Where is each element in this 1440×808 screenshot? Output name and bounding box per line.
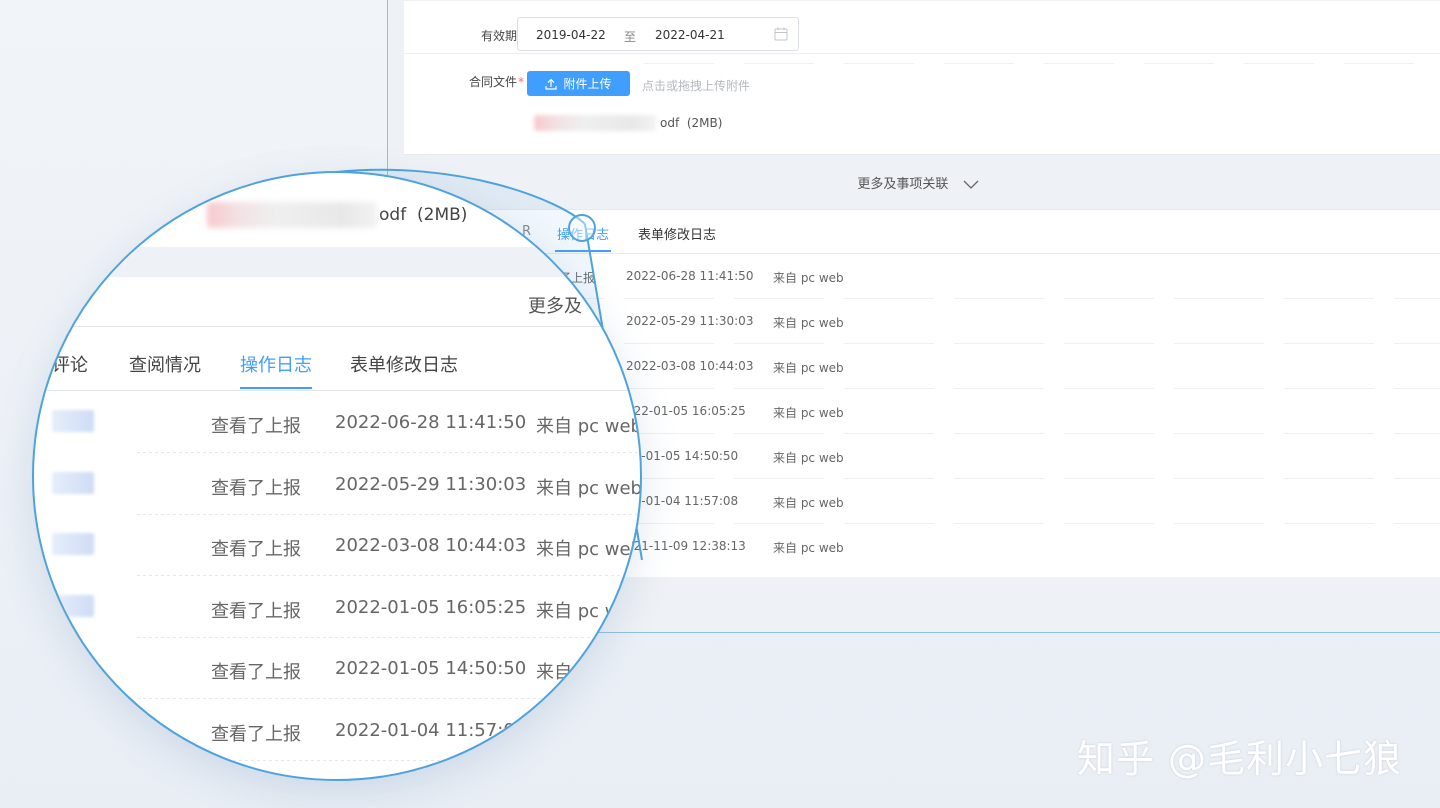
watermark: 知乎 @毛利小七狼 (1076, 737, 1402, 781)
magnified-log-source: 来自 pc w (536, 600, 620, 622)
attached-file[interactable]: odf (2MB) (534, 115, 722, 131)
magnified-tab-operation-log: 操作日志 (240, 351, 312, 389)
tab-form-change-log[interactable]: 表单修改日志 (638, 224, 716, 243)
chevron-down-icon (963, 180, 979, 189)
log-source: 来自 pc web (773, 451, 844, 465)
more-toggle-label: 更多及事项关联 (857, 177, 949, 192)
log-time: 2022-03-08 10:44:03 (626, 359, 754, 373)
upload-button[interactable]: 附件上传 (527, 71, 630, 96)
magnified-tab-form-change-log: 表单修改日志 (350, 355, 458, 376)
magnified-file-suffix: odf (379, 205, 407, 225)
contract-file-row: 合同文件* 附件上传 点击或拖拽上传附件 odf (2MB) (404, 63, 1440, 151)
validity-date-range[interactable]: 2019-04-22 至 2022-04-21 (517, 17, 799, 51)
magnified-log-source: 来自 pc web (536, 539, 642, 560)
file-name-blurred (534, 115, 656, 131)
magnified-log-action: 查看了上报 (211, 662, 301, 683)
contract-file-label: 合同文件* (468, 75, 524, 89)
magnified-log-action: 查看了上报 (211, 600, 301, 622)
avatar-blurred (52, 656, 94, 678)
magnified-log-action: 查看了上报 (211, 477, 301, 499)
log-source: 来自 pc web (773, 361, 844, 375)
magnified-log-time: 2022-06-28 11:41:50 (335, 412, 527, 433)
row-dashes (644, 63, 1440, 64)
log-time: 22-01-04 11:57:08 (626, 494, 739, 508)
magnified-tab-bar: 评论 查阅情况 操作日志 表单修改日志 (34, 327, 640, 391)
log-time: 021-11-09 12:38:13 (626, 539, 746, 553)
validity-row: 有效期* 2019-04-22 至 2022-04-21 (404, 11, 1440, 51)
upload-icon (545, 78, 558, 90)
log-source: 来自 pc web (773, 406, 844, 420)
log-time: 2022-06-28 11:41:50 (626, 269, 754, 283)
log-source: 来自 pc web (773, 496, 844, 510)
magnified-tab-view-status: 查阅情况 (129, 355, 201, 376)
magnified-file-name-blurred (207, 202, 377, 228)
magnified-gap (34, 247, 640, 277)
magnified-log-time: 2022-01-05 16:05:25 (335, 596, 527, 618)
log-time: 2022-05-29 11:30:03 (626, 314, 754, 328)
magnified-log-time: 2022-01-05 14:50:50 (335, 658, 527, 679)
magnified-log-source: 来自 pc web (536, 477, 642, 499)
file-suffix: odf (660, 116, 680, 130)
contract-form-card: 有效期* 2019-04-22 至 2022-04-21 合同文件* (404, 1, 1440, 155)
start-date[interactable]: 2019-04-22 (536, 28, 606, 42)
file-size: (2MB) (686, 116, 723, 130)
row-divider (137, 759, 640, 761)
log-source: 来自 pc web (773, 316, 844, 330)
magnified-log-row: 查看了上报 2022-05-29 11:30:03 来自 pc web (34, 454, 642, 515)
magnified-log-source: 来自 (536, 662, 572, 683)
magnified-file-size: (2MB) (417, 205, 468, 225)
magnified-log-action: 查看了上报 (211, 416, 301, 437)
log-source: 来自 pc web (773, 271, 844, 285)
log-time: 22-01-05 14:50:50 (626, 449, 739, 463)
avatar-blurred (52, 410, 94, 432)
avatar-blurred (52, 533, 94, 555)
upload-tip: 点击或拖拽上传附件 (642, 79, 751, 93)
avatar-blurred (52, 717, 94, 740)
magnified-log-row: 查看了上报 2022-01-05 16:05:25 来自 pc w (34, 577, 640, 638)
magnified-log-row: 查看了上报 2022-01-04 11:57:08 (34, 700, 640, 761)
log-time: 022-01-05 16:05:25 (626, 404, 746, 418)
magnified-log-row: 查看了上报 2022-03-08 10:44:03 来自 pc web (34, 515, 642, 576)
magnified-log-action: 查看了上报 (211, 539, 301, 560)
avatar-blurred (52, 471, 94, 494)
row-divider (404, 53, 1440, 54)
magnified-tab-comments: 评论 (52, 355, 88, 376)
log-source: 来自 pc web (773, 541, 844, 555)
magnified-log-source: 来自 pc web (536, 416, 642, 437)
avatar-blurred (52, 594, 94, 617)
magnifier-lens: odf (2MB) 更多及 评论 查阅情况 操作日志 表单修改日志 查看了上报 2… (32, 171, 642, 781)
magnified-log-action: 查看了上报 (211, 723, 301, 745)
magnified-log-row: 查看了上报 2022-06-28 11:41:50 来自 pc web (34, 392, 642, 453)
end-date[interactable]: 2022-04-21 (655, 28, 725, 42)
date-separator: 至 (624, 30, 637, 44)
magnified-log-time: 2022-03-08 10:44:03 (335, 535, 527, 556)
magnified-log-time: 2022-05-29 11:30:03 (335, 473, 527, 495)
calendar-icon[interactable] (774, 27, 788, 41)
magnified-file: odf (2MB) (207, 202, 467, 228)
upload-button-label: 附件上传 (563, 77, 612, 91)
magnified-more-toggle: 更多及 (528, 296, 582, 317)
magnified-log-row: 查看了上报 2022-01-05 14:50:50 来自 (34, 638, 640, 699)
magnified-log-time: 2022-01-04 11:57:08 (335, 719, 527, 741)
